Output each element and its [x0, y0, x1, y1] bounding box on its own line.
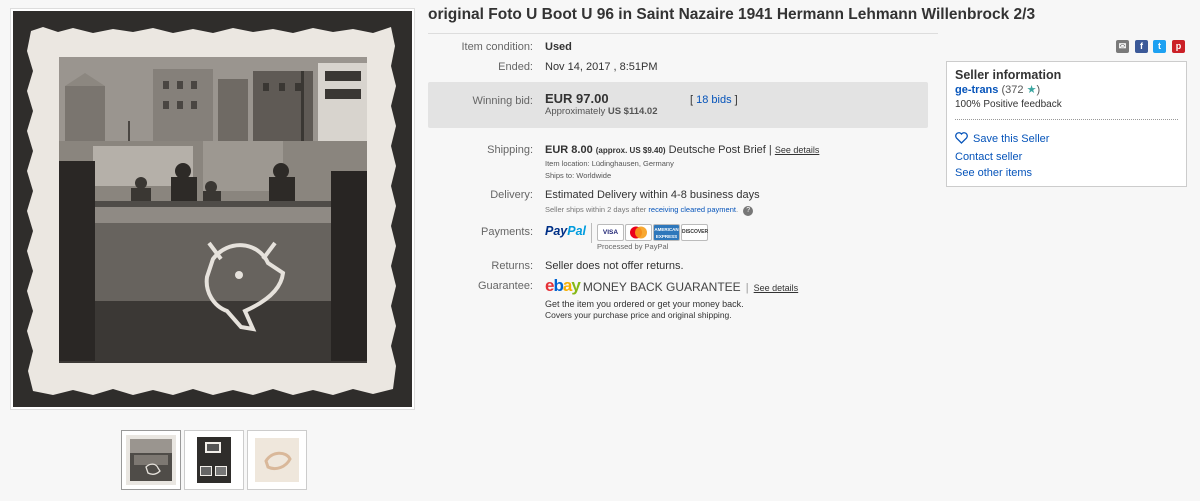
- visa-card-icon: VISA: [597, 224, 624, 241]
- approx-prefix: Approximately: [545, 106, 606, 117]
- save-seller-link[interactable]: Save this Seller: [973, 133, 1049, 145]
- help-icon[interactable]: ?: [743, 206, 754, 216]
- guarantee-label: Guarantee:: [477, 280, 533, 292]
- thumbnail-2[interactable]: [184, 430, 244, 490]
- delivery-sub-suffix: .: [735, 205, 739, 214]
- facebook-share-icon[interactable]: f: [1135, 40, 1148, 53]
- shipping-see-details-link[interactable]: See details: [775, 145, 820, 155]
- delivery-sub-prefix: Seller ships within 2 days after: [545, 205, 647, 214]
- shipping-label: Shipping:: [487, 144, 533, 156]
- mbg-separator: |: [745, 282, 749, 294]
- returns-label: Returns:: [491, 260, 533, 272]
- approx-value: US $114.02: [607, 106, 658, 117]
- payments-label: Payments:: [481, 226, 533, 238]
- delivery-sub: Seller ships within 2 days after receivi…: [545, 205, 754, 216]
- winning-bid-approx: Approximately US $114.02: [545, 106, 658, 117]
- email-share-icon[interactable]: ✉: [1116, 40, 1129, 53]
- main-photo[interactable]: [13, 11, 412, 407]
- save-seller-row[interactable]: Save this Seller: [955, 132, 1049, 145]
- paypal-logo: PayPal: [545, 224, 587, 238]
- delivery-label: Delivery:: [490, 189, 533, 201]
- seller-name-link[interactable]: ge-trans: [955, 84, 998, 96]
- processed-by-paypal: Processed by PayPal: [597, 242, 669, 251]
- ships-to: Ships to: Worldwide: [545, 171, 612, 180]
- seller-name-row: ge-trans (372 ★): [955, 83, 1040, 96]
- seller-info-title: Seller information: [955, 68, 1062, 82]
- winning-bid-label: Winning bid:: [472, 95, 533, 107]
- seller-score-close: ): [1036, 84, 1041, 96]
- heart-icon: [955, 132, 968, 144]
- ebay-logo: ebay: [545, 276, 581, 295]
- see-other-items-link[interactable]: See other items: [955, 167, 1032, 179]
- bids-link[interactable]: 18 bids: [696, 94, 731, 106]
- mbg-text: MONEY BACK GUARANTEE: [582, 280, 741, 294]
- contact-seller-link[interactable]: Contact seller: [955, 151, 1022, 163]
- thumbnail-3[interactable]: [247, 430, 307, 490]
- seller-info-panel: Seller information ge-trans (372 ★) 100%…: [946, 61, 1187, 187]
- mastercard-icon: [625, 224, 652, 241]
- seller-divider: [955, 119, 1178, 120]
- seller-star-icon: ★: [1026, 84, 1037, 96]
- pinterest-share-icon[interactable]: p: [1172, 40, 1185, 53]
- payment-divider: [591, 223, 592, 243]
- thumbnail-strip: [121, 430, 307, 490]
- item-location: Item location: Lüdinghausen, Germany: [545, 159, 674, 168]
- guarantee-line-1: Get the item you ordered or get your mon…: [545, 299, 744, 309]
- condition-label: Item condition:: [461, 41, 533, 53]
- bids-count: [ 18 bids ]: [690, 94, 738, 106]
- ended-label: Ended:: [498, 61, 533, 73]
- thumbnail-1[interactable]: [121, 430, 181, 490]
- seller-feedback: 100% Positive feedback: [955, 99, 1062, 110]
- money-back-guarantee: ebay MONEY BACK GUARANTEE | See details: [545, 276, 798, 296]
- shipping-row: EUR 8.00 (approx. US $9.40) Deutsche Pos…: [545, 144, 819, 156]
- guarantee-see-details-link[interactable]: See details: [754, 283, 799, 293]
- cleared-payment-link[interactable]: receiving cleared payment: [648, 205, 736, 214]
- title-divider: [428, 33, 938, 34]
- discover-card-icon: DISCOVER: [681, 224, 708, 241]
- shipping-service: Deutsche Post Brief |: [668, 144, 772, 156]
- shipping-approx: (approx. US $9.40): [595, 146, 666, 155]
- twitter-share-icon[interactable]: t: [1153, 40, 1166, 53]
- item-title: original Foto U Boot U 96 in Saint Nazai…: [428, 6, 1036, 23]
- main-photo-frame: [10, 8, 415, 410]
- amex-card-icon: AMERICAN EXPRESS: [653, 224, 680, 241]
- ended-value: Nov 14, 2017 , 8:51PM: [545, 61, 658, 73]
- condition-value: Used: [545, 41, 572, 53]
- seller-score[interactable]: (372: [1001, 84, 1023, 96]
- photo-image: [27, 27, 396, 395]
- returns-value: Seller does not offer returns.: [545, 260, 684, 272]
- guarantee-line-2: Covers your purchase price and original …: [545, 310, 732, 320]
- shipping-value: EUR 8.00: [545, 144, 593, 156]
- winning-bid-value: EUR 97.00: [545, 91, 609, 106]
- delivery-value: Estimated Delivery within 4-8 business d…: [545, 189, 760, 201]
